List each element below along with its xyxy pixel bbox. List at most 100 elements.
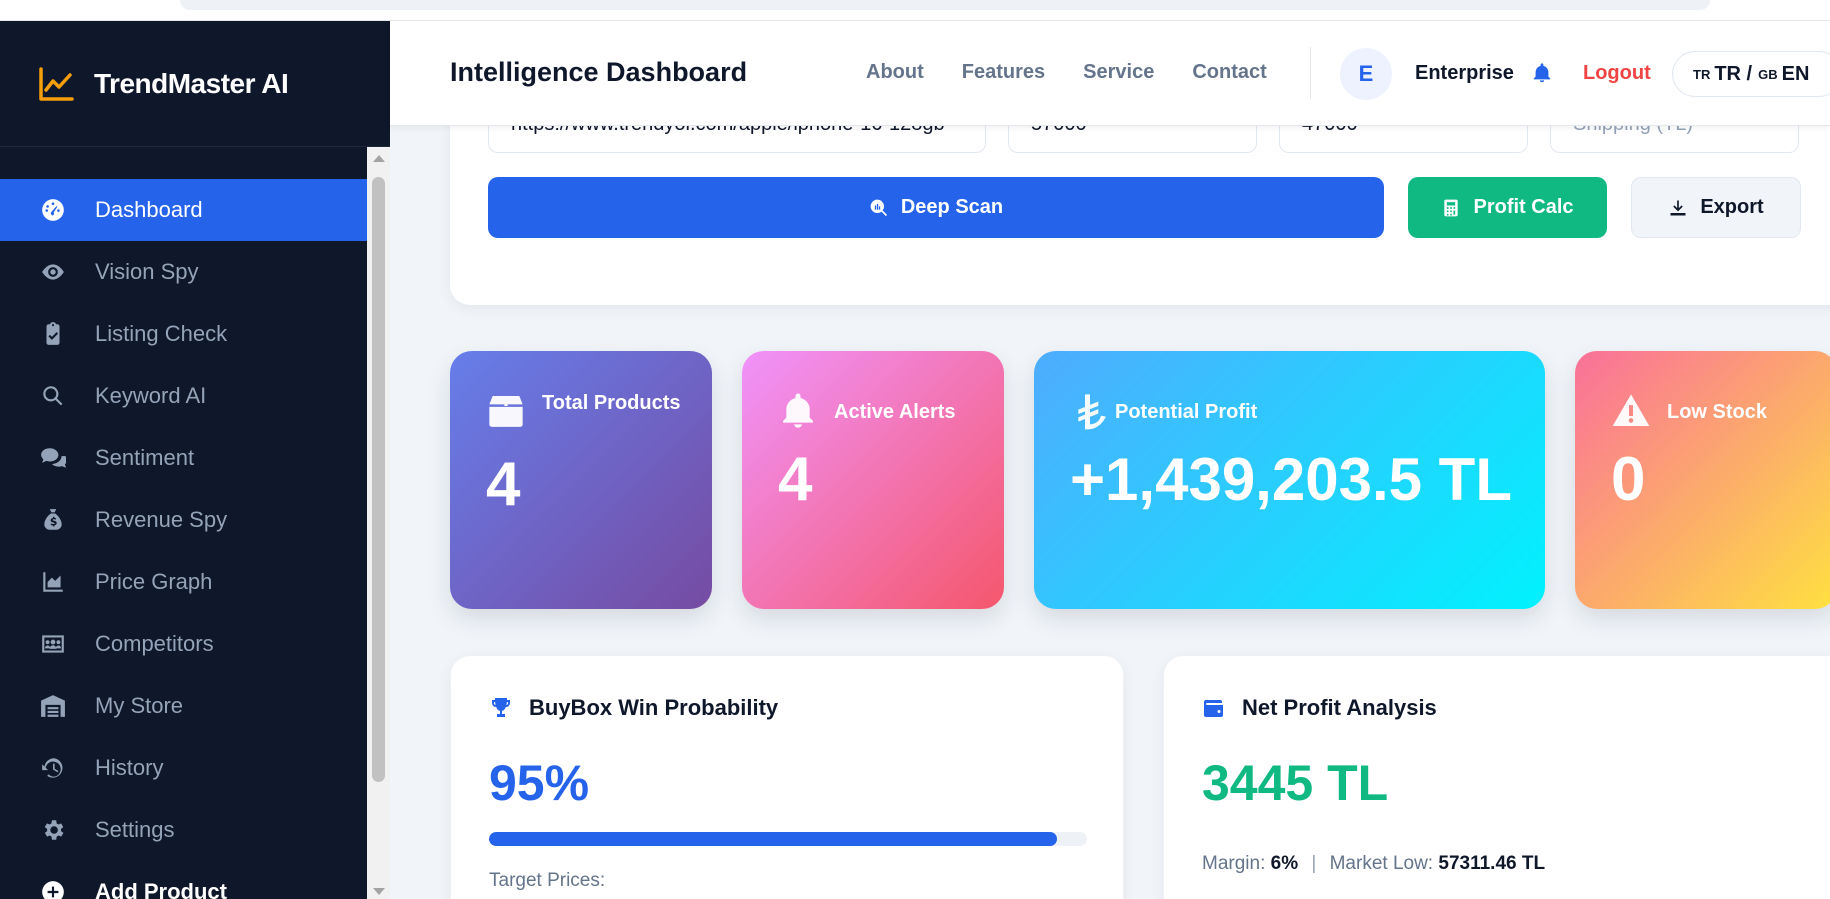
nav-link-service[interactable]: Service: [1083, 61, 1154, 84]
trophy-icon: [492, 698, 510, 717]
sidebar-item-label: Vision Spy: [95, 259, 199, 284]
sidebar-item-history[interactable]: History: [0, 737, 367, 799]
net-profit-value: 3445 TL: [1202, 755, 1389, 811]
users-rectangle-icon: [38, 629, 68, 659]
deep-scan-label: Deep Scan: [900, 196, 1004, 218]
sidebar-item-vision-spy[interactable]: Vision Spy: [0, 241, 367, 303]
stat-card-total-products[interactable]: Total Products 4: [450, 351, 712, 609]
profit-calc-label: Profit Calc: [1473, 196, 1574, 218]
tr-flag-icon: TR: [1693, 66, 1711, 82]
search-chart-icon: [870, 199, 887, 216]
search-icon: [38, 381, 68, 411]
stat-value: 4: [486, 450, 521, 519]
sidebar-item-label: Settings: [95, 817, 175, 842]
bell-icon[interactable]: [1531, 61, 1553, 85]
nav-link-features[interactable]: Features: [962, 61, 1045, 84]
stat-value: 0: [1611, 445, 1646, 514]
sidebar-item-label: Add Product: [95, 879, 227, 899]
eye-icon: [38, 257, 68, 287]
net-profit-card: Net Profit Analysis 3445 TL Margin: 6% |…: [1163, 655, 1830, 899]
net-profit-header: Net Profit Analysis: [1202, 695, 1437, 721]
lang-en-label: EN: [1781, 62, 1810, 85]
language-toggle[interactable]: TR TR / GB EN: [1672, 51, 1830, 97]
sidebar-item-label: Listing Check: [95, 321, 228, 346]
sidebar-item-label: Revenue Spy: [95, 507, 228, 532]
sidebar-item-label: My Store: [95, 693, 184, 718]
market-low-value: 57311.46 TL: [1438, 853, 1546, 874]
warning-triangle-icon: [1611, 391, 1651, 431]
sidebar-nav: Dashboard Vision Spy Listing Check Keywo…: [0, 179, 367, 899]
nav-link-contact[interactable]: Contact: [1192, 61, 1266, 84]
stat-label: Active Alerts: [834, 401, 956, 423]
stat-card-potential-profit[interactable]: Potential Profit +1,439,203.5 TL: [1034, 351, 1545, 609]
page-title: Intelligence Dashboard: [450, 57, 748, 87]
nav-link-about[interactable]: About: [866, 61, 924, 84]
sidebar-item-keyword-ai[interactable]: Keyword AI: [0, 365, 367, 427]
brand-name: TrendMaster AI: [94, 67, 289, 99]
profit-calc-button[interactable]: Profit Calc: [1408, 177, 1607, 238]
top-header: Intelligence Dashboard About Features Se…: [390, 21, 1830, 126]
logout-link[interactable]: Logout: [1583, 62, 1651, 85]
sidebar-item-label: Competitors: [95, 631, 214, 656]
lira-sign-icon: [1070, 391, 1106, 431]
stat-card-low-stock[interactable]: Low Stock 0: [1575, 351, 1830, 609]
sidebar-scrollbar[interactable]: [367, 147, 390, 899]
brand[interactable]: TrendMaster AI: [0, 21, 390, 147]
warehouse-icon: [38, 691, 68, 721]
stat-value: +1,439,203.5 TL: [1070, 446, 1512, 513]
buybox-progress-bar: [489, 832, 1087, 846]
sidebar-item-settings[interactable]: Settings: [0, 799, 367, 861]
sidebar-item-listing-check[interactable]: Listing Check: [0, 303, 367, 365]
sidebar-item-dashboard[interactable]: Dashboard: [0, 179, 367, 241]
export-label: Export: [1700, 196, 1764, 218]
main-content: https://www.trendyol.com/apple/iphone-16…: [390, 126, 1830, 899]
header-divider: [1310, 47, 1311, 99]
scrollbar-thumb[interactable]: [372, 177, 385, 782]
plan-label: Enterprise: [1415, 62, 1514, 84]
sidebar-item-label: History: [95, 755, 164, 780]
buybox-progress-fill: [489, 832, 1058, 846]
export-button[interactable]: Export: [1631, 177, 1801, 238]
shipping-input[interactable]: Shipping (TL): [1550, 126, 1799, 153]
trend-chart-icon: [39, 66, 74, 101]
browser-address-strip: [0, 0, 1830, 21]
stat-label: Potential Profit: [1115, 401, 1258, 423]
history-icon: [38, 753, 68, 783]
product-url-input[interactable]: https://www.trendyol.com/apple/iphone-16…: [488, 126, 986, 153]
buybox-probability: 95%: [489, 755, 590, 811]
bell-icon: [778, 391, 818, 431]
deep-scan-button[interactable]: Deep Scan: [488, 177, 1384, 238]
cost-input[interactable]: 47000: [1279, 126, 1528, 153]
comments-icon: [38, 443, 68, 473]
sidebar-item-price-graph[interactable]: Price Graph: [0, 551, 367, 613]
gb-flag-icon: GB: [1758, 66, 1778, 82]
sidebar-item-revenue-spy[interactable]: Revenue Spy: [0, 489, 367, 551]
scroll-down-arrow-icon[interactable]: [373, 888, 385, 895]
sidebar-item-add-product[interactable]: Add Product: [0, 861, 367, 899]
calculator-icon: [1444, 199, 1459, 216]
market-low-label: Market Low:: [1329, 853, 1434, 874]
sidebar-item-my-store[interactable]: My Store: [0, 675, 367, 737]
stat-value: 4: [778, 445, 813, 514]
scroll-up-arrow-icon[interactable]: [373, 155, 385, 162]
sidebar-item-label: Keyword AI: [95, 383, 207, 408]
address-bar[interactable]: [180, 0, 1710, 10]
sidebar-item-label: Dashboard: [95, 197, 203, 222]
clipboard-check-icon: [38, 319, 68, 349]
top-nav: About Features Service Contact: [866, 61, 1305, 84]
stat-label: Low Stock: [1667, 401, 1768, 423]
sidebar-item-sentiment[interactable]: Sentiment: [0, 427, 367, 489]
stat-label: Total Products: [542, 392, 681, 414]
sidebar: TrendMaster AI Dashboard Vision Spy List…: [0, 21, 390, 899]
sidebar-item-competitors[interactable]: Competitors: [0, 613, 367, 675]
avatar[interactable]: E: [1340, 48, 1392, 100]
price-input[interactable]: 57000: [1008, 126, 1257, 153]
target-prices-label: Target Prices:: [489, 870, 606, 891]
money-bag-icon: [38, 505, 68, 535]
sidebar-item-label: Price Graph: [95, 569, 213, 594]
margin-label: Margin:: [1202, 853, 1266, 874]
plus-circle-icon: [38, 877, 68, 899]
wallet-icon: [1204, 700, 1223, 717]
stat-card-active-alerts[interactable]: Active Alerts 4: [742, 351, 1004, 609]
gear-icon: [38, 815, 68, 845]
